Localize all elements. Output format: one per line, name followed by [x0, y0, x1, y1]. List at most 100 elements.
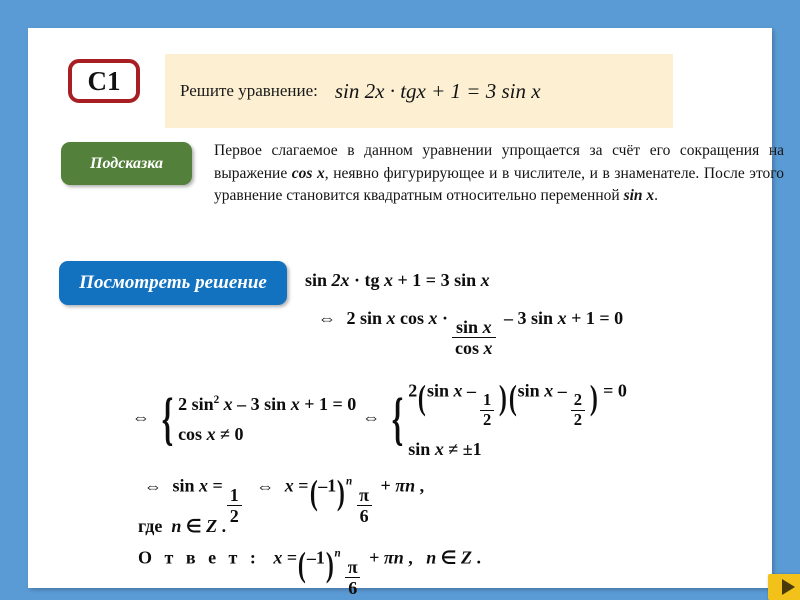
var-x: x [223, 394, 233, 415]
sin-token: sin [456, 317, 479, 338]
integer-set-symbol: Z [460, 547, 472, 568]
var-x: x [384, 270, 394, 290]
fraction-two-halves: 22 [570, 390, 585, 428]
var-x: x [453, 380, 463, 401]
system-1-rows: 2 sin2 x – 3 sin x + 1 = 0 cos x ≠ 0 [178, 394, 357, 444]
equivalence-arrow-2: ⇔ [362, 407, 381, 428]
equals-sign: = [286, 547, 298, 568]
fraction-numerator: π [359, 485, 370, 506]
fraction-pi-over-six: π6 [356, 486, 372, 525]
fraction-numerator: 1 [229, 485, 239, 506]
coef-two: 2 [178, 394, 188, 415]
answer-label: О т в е т : [138, 547, 260, 568]
period: . [221, 516, 227, 536]
var-x: x [482, 317, 492, 338]
dot-operator: · [442, 308, 449, 328]
solution-line-3: ⇔{2 sin2 x – 3 sin x + 1 = 0 cos x ≠ 0 ⇔{2… [126, 380, 627, 460]
sin-token-2: sin [264, 394, 287, 415]
element-of-sign: ∈ [440, 547, 457, 568]
var-x: x [273, 547, 283, 568]
task-code-badge: C1 [68, 59, 140, 103]
show-solution-button-label: Посмотреть решение [79, 272, 267, 293]
fraction-denominator: 2 [480, 409, 495, 429]
equivalence-arrow-1: ⇔ [132, 407, 150, 428]
sin-token-2: sin [454, 270, 477, 290]
problem-prompt: Решите уравнение: [180, 81, 318, 100]
var-x-2: x [544, 380, 554, 401]
fraction-one-half: 12 [226, 485, 242, 525]
var-n: n [171, 516, 182, 536]
hint-emphasis-sin-x: sin x [623, 187, 655, 204]
plus-operator: + [380, 475, 391, 496]
hint-emphasis-cos-x: cos x [291, 164, 325, 182]
cos-token: cos [178, 424, 203, 445]
paren-open-2: ( [508, 378, 517, 417]
solution-line-1: sin 2x · tg x + 1 = 3 sin x [305, 271, 490, 289]
minus-operator-2: – [557, 380, 567, 401]
solution-line-6-answer: О т в е т : x =(–1)n π 6 + πn , n ∈ Z . [138, 547, 481, 597]
exponent-n: n [345, 475, 353, 488]
minus-one: –1 [318, 475, 337, 496]
fraction-pi-over-six: π6 [345, 558, 361, 597]
fraction-numerator: 2 [573, 390, 582, 410]
fraction-one-half: 12 [480, 390, 495, 429]
minus-three: – 3 [504, 308, 527, 328]
hint-paragraph: Первое слагаемое в данном уравнении упро… [214, 140, 784, 208]
plus-one-equals-zero: + 1 = 0 [304, 394, 357, 415]
play-next-button[interactable] [768, 574, 800, 600]
equals-sign-2: = [298, 475, 309, 496]
solution-line-2: ⇔ 2 sin x cos x · sin x cos x – 3 sin x + … [312, 309, 623, 357]
system-2-rows: 2(sin x –1 2)(sin x –2 2) = 0 sin x ≠ ±1 [408, 380, 627, 460]
task-code-label: C1 [87, 65, 121, 96]
system-2: {2(sin x –1 2)(sin x –2 2) = 0 sin x ≠ ±1 [386, 380, 627, 460]
not-equal-plus-minus-one: ≠ ±1 [448, 439, 482, 460]
problem-equation: sin 2x · tgx + 1 = 3 sin x [334, 78, 541, 103]
exponent-two: 2 [213, 394, 220, 407]
sin-token: sin [360, 308, 383, 328]
hint-button[interactable]: Подсказка [61, 142, 192, 185]
solution-line-5: где n ∈ Z . [138, 517, 226, 535]
coef-three: 3 [440, 270, 450, 290]
comma: , [419, 475, 425, 496]
system-1-row-2: cos x ≠ 0 [178, 425, 356, 443]
system-1-row-1: 2 sin2 x – 3 sin x + 1 = 0 [178, 394, 357, 415]
equivalence-arrow: ⇔ [318, 308, 336, 328]
var-x: x [199, 475, 209, 496]
slide-canvas: C1 Решите уравнение: sin 2x · tgx + 1 = … [28, 28, 800, 600]
var-x-2: x [290, 394, 300, 415]
problem-statement-bar: Решите уравнение: sin 2x · tgx + 1 = 3 s… [165, 54, 673, 128]
show-solution-button[interactable]: Посмотреть решение [59, 261, 287, 305]
var-x-3: x [557, 308, 567, 328]
fraction-denominator: 2 [226, 505, 242, 525]
minus-one: –1 [306, 547, 325, 568]
exponent-n: n [334, 547, 341, 560]
system-2-row-1: 2(sin x –1 2)(sin x –2 2) = 0 [408, 380, 627, 428]
paren-close-1: ) [499, 378, 508, 417]
element-of-sign: ∈ [185, 516, 202, 536]
fraction-numerator: sin x [453, 318, 495, 337]
plus-operator: + [369, 547, 380, 568]
plus-one-equals: + 1 = [397, 270, 437, 290]
fraction-numerator: 1 [483, 390, 492, 410]
var-x: x [386, 308, 396, 328]
fraction-denominator: cos x [452, 337, 496, 357]
equals-zero: = 0 [603, 380, 627, 401]
fraction-numerator: π [347, 557, 358, 578]
var-n: n [426, 547, 437, 568]
pi-n-term: πn [383, 547, 404, 568]
var-x-2: x [284, 475, 294, 496]
sin-token: sin [172, 475, 195, 496]
hint-button-label: Подсказка [90, 154, 163, 172]
sin-token: sin [426, 380, 449, 401]
fraction-denominator: 6 [356, 505, 372, 525]
cos-token: cos [400, 308, 425, 328]
slide-frame: C1 Решите уравнение: sin 2x · tgx + 1 = … [0, 0, 800, 600]
fraction-denominator: 6 [345, 577, 361, 597]
where-label: где [138, 516, 163, 536]
not-equal-zero: ≠ 0 [220, 424, 244, 445]
plus-one-equals-zero: + 1 = 0 [571, 308, 624, 328]
var-x-2: x [428, 308, 438, 328]
hint-text-part3: . [654, 187, 659, 204]
sin-token-3: sin [408, 439, 431, 460]
period: . [476, 547, 481, 568]
